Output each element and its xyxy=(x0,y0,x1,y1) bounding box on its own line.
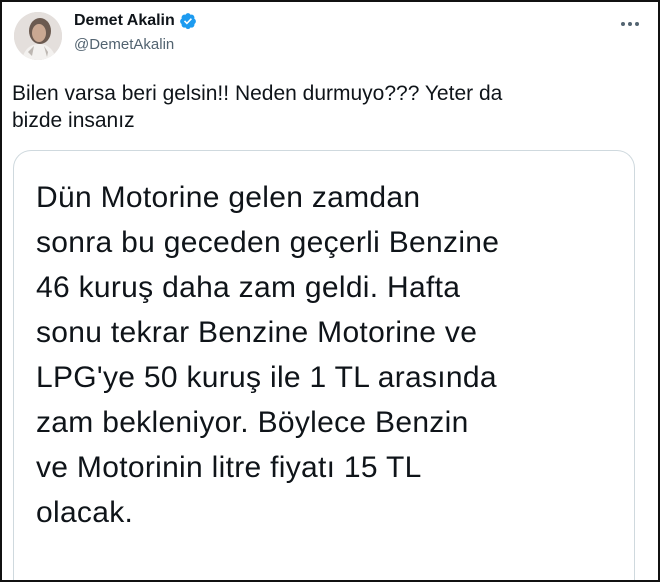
tweet-text-line: bizde insanız xyxy=(12,109,135,132)
profile-photo-icon xyxy=(14,12,62,60)
card-text-line: LPG'ye 50 kuruş ile 1 TL arasında xyxy=(36,361,497,394)
author-display-name[interactable]: Demet Akalin xyxy=(74,11,175,31)
embedded-card-text: Dün Motorine gelen zamdan sonra bu geced… xyxy=(36,175,626,535)
more-options-icon[interactable] xyxy=(616,12,644,36)
card-text-line: olacak. xyxy=(36,496,134,529)
author-handle[interactable]: @DemetAkalin xyxy=(74,35,174,55)
verified-badge-icon xyxy=(179,12,197,30)
card-text-line: sonu tekrar Benzine Motorine ve xyxy=(36,316,478,349)
embedded-card[interactable]: Dün Motorine gelen zamdan sonra bu geced… xyxy=(13,150,635,580)
card-text-line: sonra bu geceden geçerli Benzine xyxy=(36,226,500,259)
tweet-header: Demet Akalin @DemetAkalin xyxy=(2,2,658,70)
tweet-text: Bilen varsa beri gelsin!! Neden durmuyo?… xyxy=(12,80,632,134)
card-text-line: zam bekleniyor. Böylece Benzin xyxy=(36,406,469,439)
avatar[interactable] xyxy=(14,12,62,60)
card-text-line: 46 kuruş daha zam geldi. Hafta xyxy=(36,271,461,304)
card-text-line: Dün Motorine gelen zamdan xyxy=(36,181,421,214)
author-name-row: Demet Akalin xyxy=(74,11,197,31)
card-text-line: ve Motorinin litre fiyatı 15 TL xyxy=(36,451,422,484)
tweet-text-line: Bilen varsa beri gelsin!! Neden durmuyo?… xyxy=(12,82,503,105)
tweet-frame: Demet Akalin @DemetAkalin Bilen varsa be… xyxy=(0,0,660,582)
